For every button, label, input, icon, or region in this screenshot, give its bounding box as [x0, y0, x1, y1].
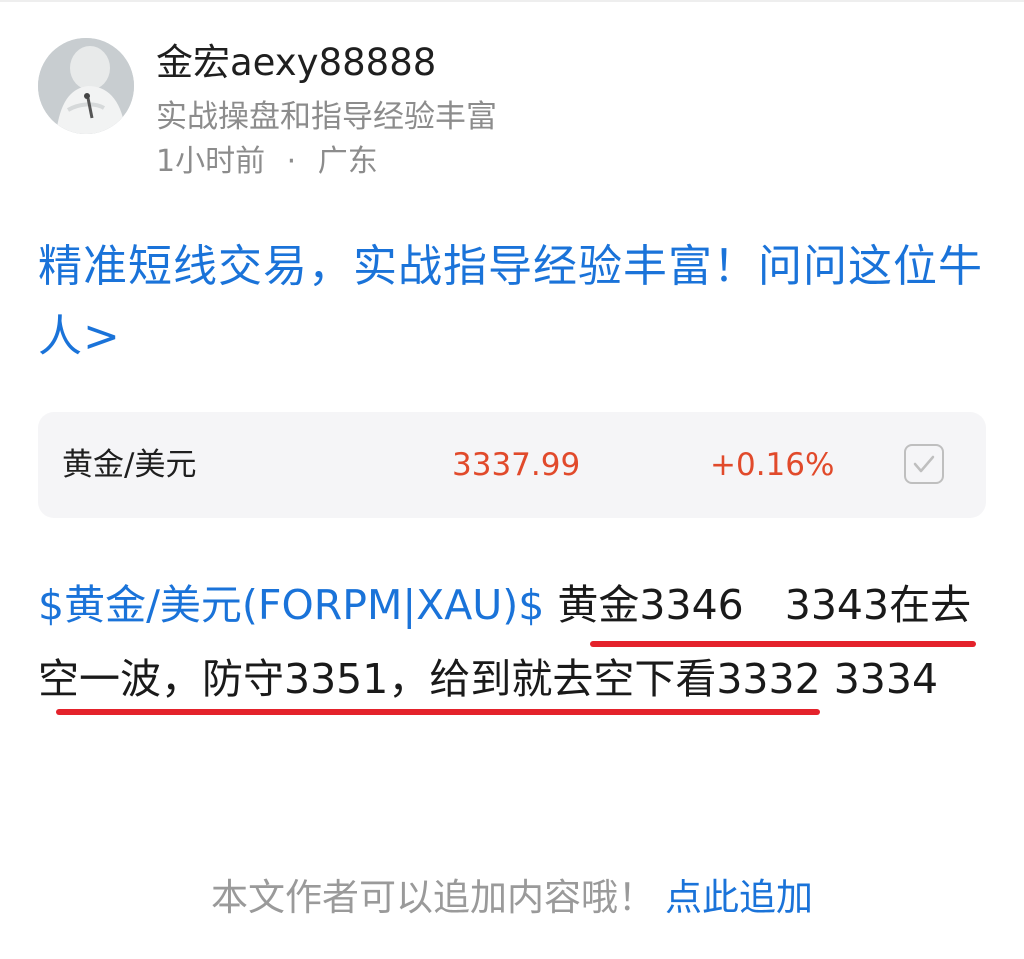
post-meta: 1小时前 · 广东: [156, 142, 378, 182]
stock-quote-card[interactable]: 黄金/美元 3337.99 +0.16%: [38, 412, 986, 518]
avatar[interactable]: [38, 38, 134, 134]
meta-separator: ·: [286, 144, 297, 179]
append-hint: 本文作者可以追加内容哦！: [211, 876, 655, 919]
append-content-bar: 本文作者可以追加内容哦！ 点此追加: [0, 868, 1024, 928]
top-divider: [0, 0, 1024, 2]
quote-change: +0.16%: [710, 447, 835, 483]
quote-name: 黄金/美元: [62, 447, 197, 483]
post-location: 广东: [317, 144, 378, 179]
avatar-image: [38, 38, 134, 134]
author-name[interactable]: 金宏aexy88888: [156, 40, 436, 86]
append-link[interactable]: 点此追加: [665, 876, 813, 919]
highlight-underline-2: [56, 709, 820, 715]
author-bio: 实战操盘和指导经验丰富: [156, 99, 497, 135]
post-time: 1小时前: [156, 144, 266, 179]
promo-link[interactable]: 精准短线交易，实战指导经验丰富！问问这位牛人>: [38, 232, 988, 372]
stock-tag-link[interactable]: $黄金/美元(FORPM|XAU)$: [38, 581, 544, 629]
highlight-underline-1: [590, 641, 976, 647]
quote-price: 3337.99: [452, 447, 581, 483]
checkbox-icon[interactable]: [904, 444, 944, 484]
